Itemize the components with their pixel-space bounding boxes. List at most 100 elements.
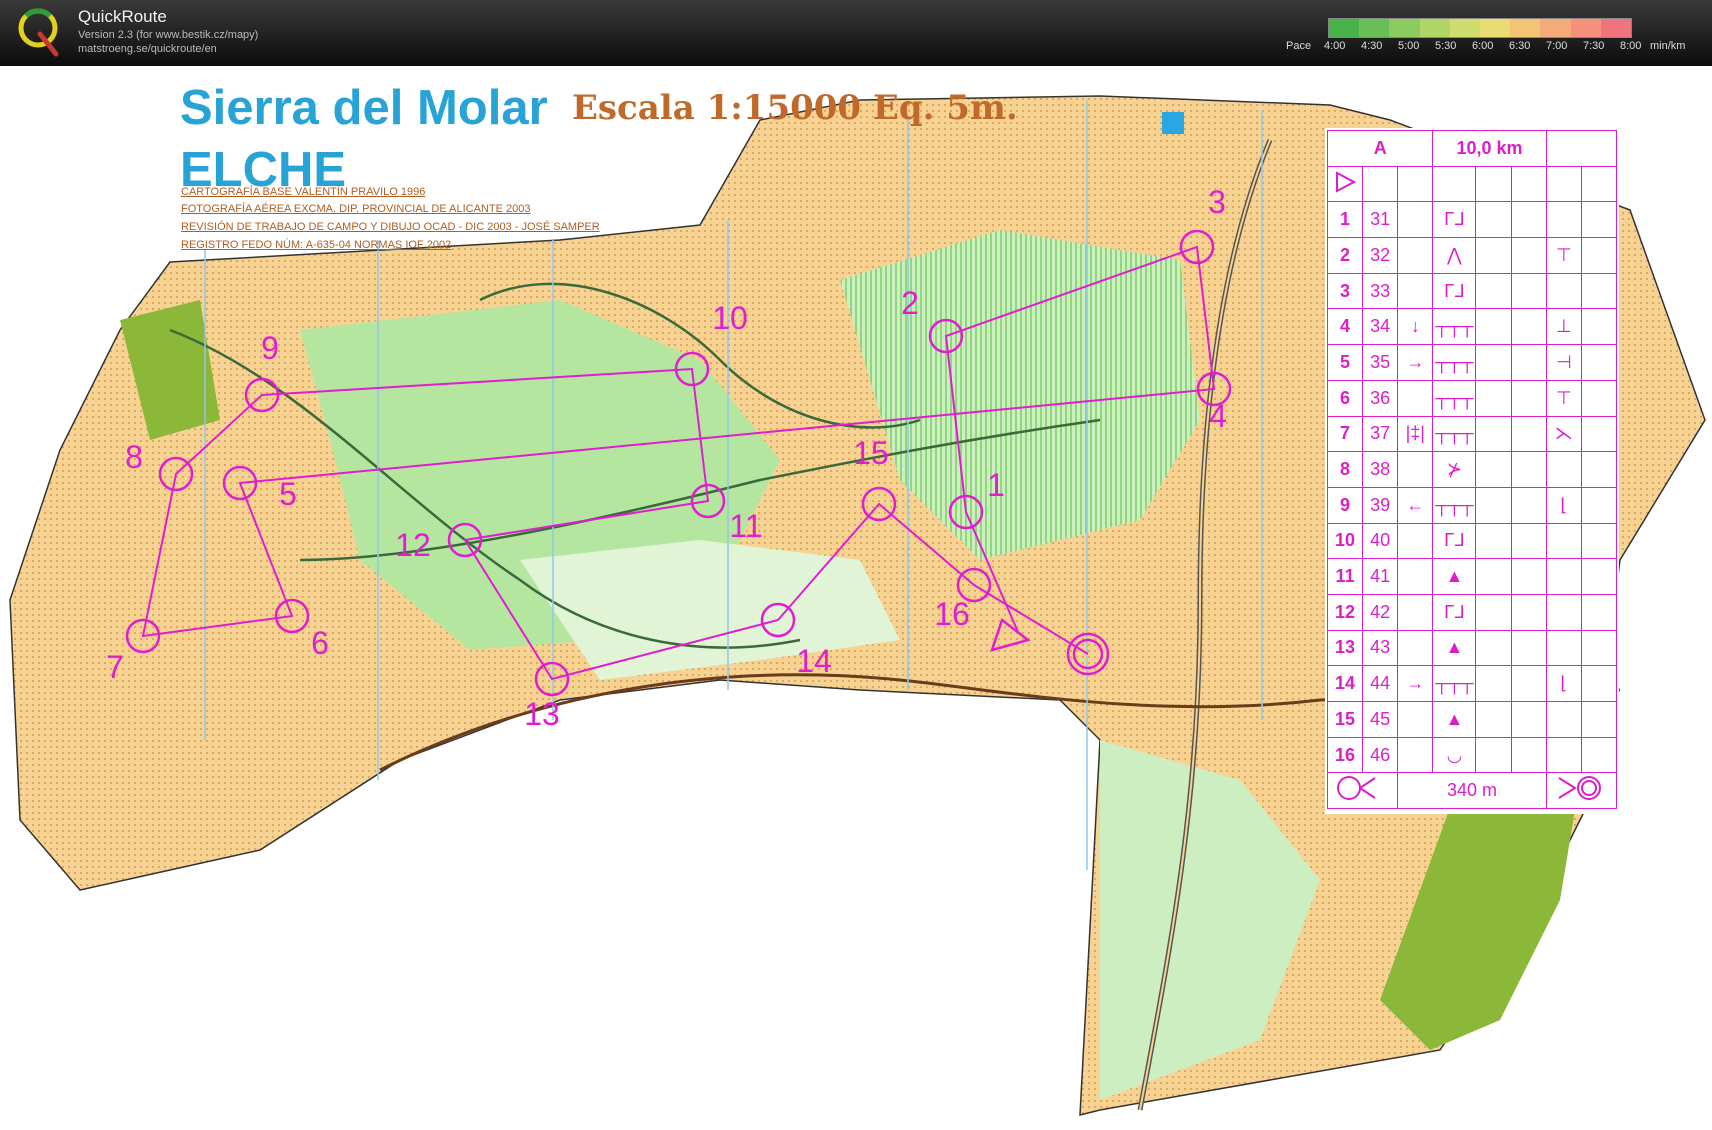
desc-control-number: 9 xyxy=(1326,486,1364,524)
control-number-1: 1 xyxy=(987,467,1005,503)
desc-length: 10,0 km xyxy=(1432,130,1547,167)
pace-color-segment xyxy=(1389,19,1420,37)
desc-row-12: 12 42 ᒥᒧ xyxy=(1326,593,1618,631)
pace-tick-label: 8:00 xyxy=(1620,40,1642,52)
desc-empty xyxy=(1475,308,1512,346)
desc-row-3: 3 33 ᒥᒧ xyxy=(1326,272,1618,310)
desc-finish-row: 340 m xyxy=(1326,772,1618,810)
control-number-7: 7 xyxy=(106,649,124,685)
desc-empty xyxy=(1510,701,1547,738)
desc-control-number: 12 xyxy=(1326,593,1364,631)
desc-empty xyxy=(1580,201,1618,239)
desc-control-number: 15 xyxy=(1326,701,1364,738)
finish-circle-icon xyxy=(1545,772,1618,810)
desc-control-code: 31 xyxy=(1362,201,1399,239)
desc-control-number: 2 xyxy=(1326,237,1364,274)
desc-feature: ┬┬┬ xyxy=(1432,665,1477,702)
start-triangle-icon xyxy=(1326,165,1364,203)
desc-control-code: 42 xyxy=(1362,593,1399,631)
desc-row-11: 11 41 ▲ xyxy=(1326,558,1618,595)
control-number-2: 2 xyxy=(901,285,919,321)
desc-empty xyxy=(1475,272,1512,310)
control-number-16: 16 xyxy=(934,596,970,632)
desc-empty xyxy=(1475,415,1512,453)
control-number-15: 15 xyxy=(853,435,889,471)
desc-direction xyxy=(1397,379,1434,417)
control-number-9: 9 xyxy=(261,330,279,366)
desc-direction: ↓ xyxy=(1397,308,1434,346)
desc-control-number: 6 xyxy=(1326,379,1364,417)
desc-direction xyxy=(1397,701,1434,738)
pace-tick-label: 5:30 xyxy=(1435,40,1457,52)
pace-color-segment xyxy=(1359,19,1390,37)
desc-location: ⋋ xyxy=(1545,415,1582,453)
desc-feature: ┬┬┬ xyxy=(1432,379,1477,417)
desc-control-number: 16 xyxy=(1326,736,1364,774)
desc-empty xyxy=(1580,344,1618,381)
control-number-5: 5 xyxy=(279,476,297,512)
pace-color-scale xyxy=(1328,18,1632,38)
title-bar: QuickRoute Version 2.3 (for www.bestik.c… xyxy=(0,0,1712,66)
desc-control-number: 5 xyxy=(1326,344,1364,381)
app-url: matstroeng.se/quickroute/en xyxy=(78,43,217,55)
app-name: QuickRoute xyxy=(78,7,167,26)
desc-direction xyxy=(1397,629,1434,667)
desc-direction xyxy=(1397,272,1434,310)
map-credit-2: FOTOGRAFÍA AÉREA EXCMA. DIP. PROVINCIAL … xyxy=(181,203,531,215)
desc-direction: → xyxy=(1397,344,1434,381)
desc-empty xyxy=(1475,736,1512,774)
desc-empty xyxy=(1580,451,1618,488)
desc-location xyxy=(1545,736,1582,774)
desc-empty xyxy=(1475,629,1512,667)
desc-empty xyxy=(1580,486,1618,524)
desc-empty xyxy=(1510,558,1547,595)
desc-control-number: 13 xyxy=(1326,629,1364,667)
control-number-8: 8 xyxy=(125,439,143,475)
quickroute-window: QuickRoute Version 2.3 (for www.bestik.c… xyxy=(0,0,1712,1130)
desc-empty xyxy=(1510,486,1547,524)
desc-row-16: 16 46 ◡ xyxy=(1326,736,1618,774)
desc-row-4: 4 34 ↓ ┬┬┬ ⊥ xyxy=(1326,308,1618,346)
desc-feature: ᒥᒧ xyxy=(1432,522,1477,560)
desc-empty xyxy=(1510,736,1547,774)
desc-empty xyxy=(1475,486,1512,524)
desc-empty xyxy=(1510,629,1547,667)
pace-color-segment xyxy=(1329,19,1360,37)
desc-empty xyxy=(1475,201,1512,239)
desc-empty xyxy=(1580,701,1618,738)
desc-feature: ᒥᒧ xyxy=(1432,201,1477,239)
desc-direction xyxy=(1397,451,1434,488)
map-credit-1: CARTOGRAFÍA BASE VALENTÍN PRAVILO 1996 xyxy=(181,186,426,198)
desc-empty xyxy=(1510,308,1547,346)
desc-control-code: 32 xyxy=(1362,237,1399,274)
desc-control-code: 44 xyxy=(1362,665,1399,702)
desc-empty xyxy=(1475,522,1512,560)
desc-control-number: 14 xyxy=(1326,665,1364,702)
desc-location xyxy=(1545,272,1582,310)
control-number-13: 13 xyxy=(524,696,560,732)
desc-feature: ┬┬┬ xyxy=(1432,308,1477,346)
desc-class: A xyxy=(1326,130,1434,167)
pace-color-segment xyxy=(1449,19,1481,37)
desc-location: ⊤ xyxy=(1545,237,1582,274)
control-number-10: 10 xyxy=(712,300,748,336)
pace-tick-label: 7:30 xyxy=(1583,40,1605,52)
desc-empty xyxy=(1510,415,1547,453)
desc-direction xyxy=(1397,593,1434,631)
desc-empty xyxy=(1580,522,1618,560)
desc-control-code: 37 xyxy=(1362,415,1399,453)
desc-empty xyxy=(1580,415,1618,453)
desc-row-7: 7 37 |‡| ┬┬┬ ⋋ xyxy=(1326,415,1618,453)
desc-control-code: 41 xyxy=(1362,558,1399,595)
desc-direction: → xyxy=(1397,665,1434,702)
desc-location: ⊤ xyxy=(1545,379,1582,417)
desc-empty xyxy=(1580,308,1618,346)
desc-control-number: 3 xyxy=(1326,272,1364,310)
desc-direction xyxy=(1397,558,1434,595)
pace-tick-label: 6:00 xyxy=(1472,40,1494,52)
desc-empty xyxy=(1510,272,1547,310)
desc-empty xyxy=(1475,451,1512,488)
desc-empty xyxy=(1580,665,1618,702)
desc-empty xyxy=(1580,629,1618,667)
desc-control-code: 36 xyxy=(1362,379,1399,417)
